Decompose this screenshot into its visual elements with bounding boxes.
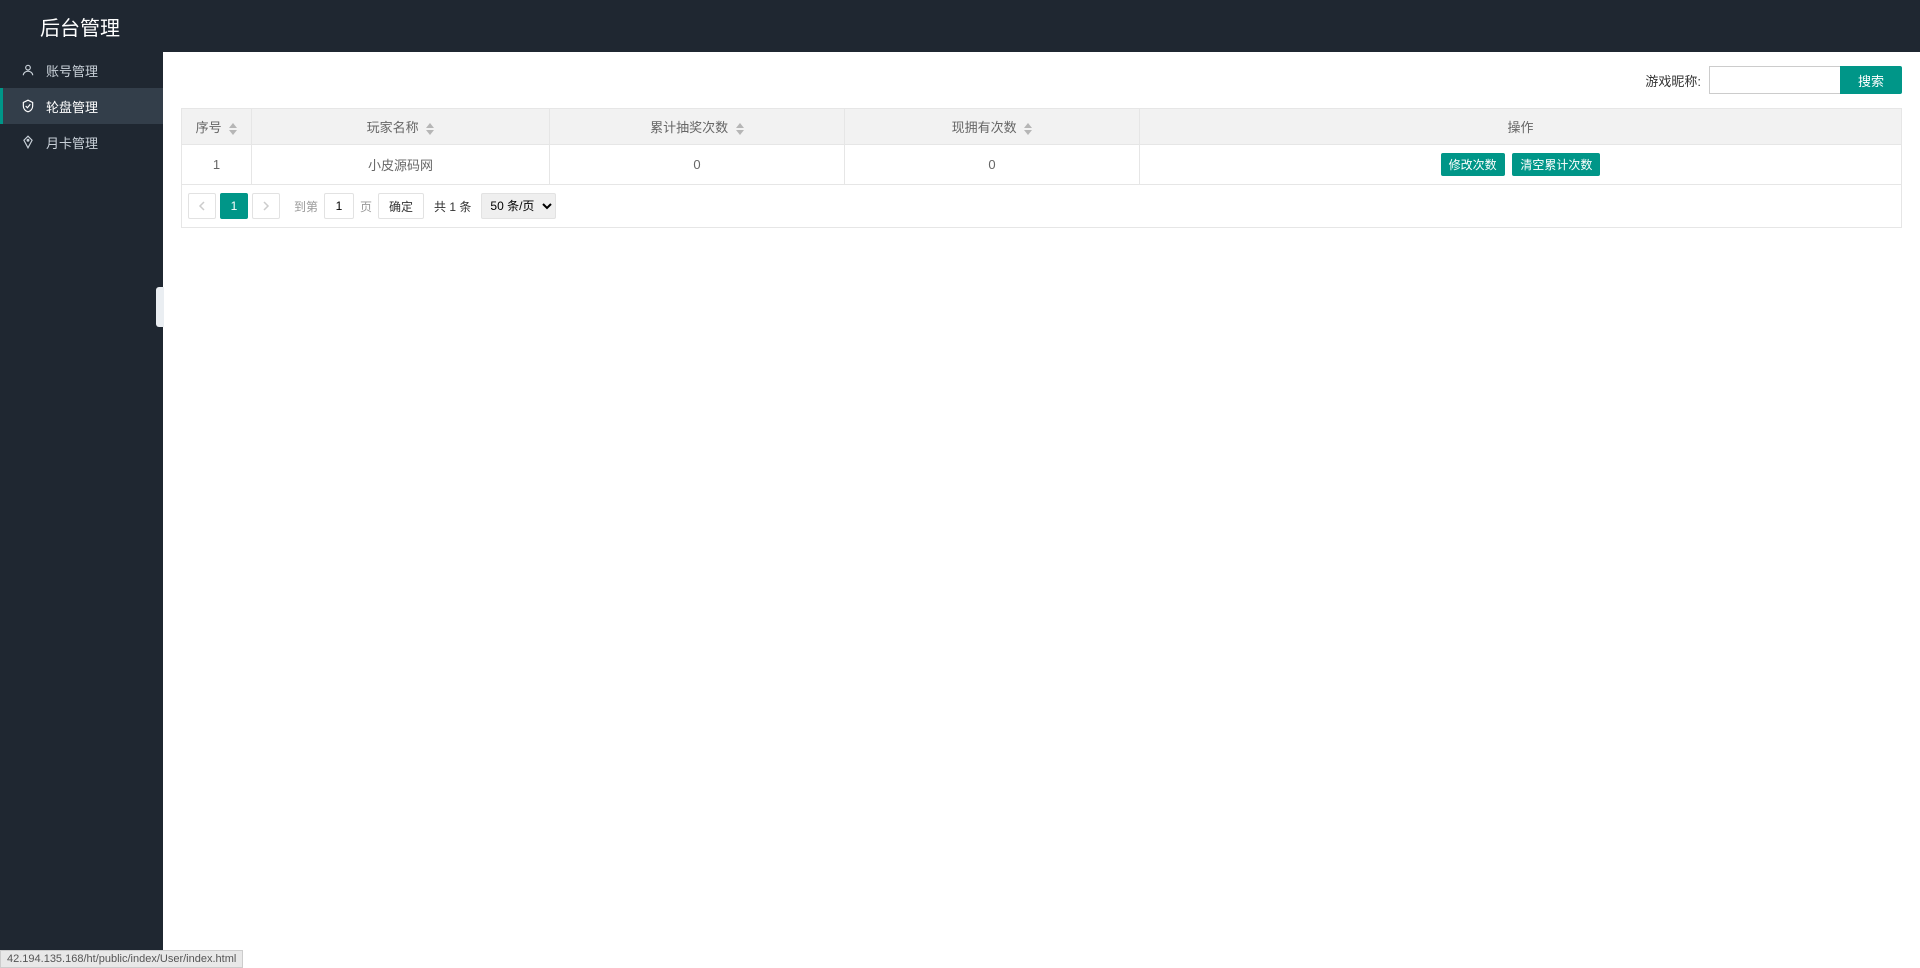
cell-total-draws: 0 (550, 145, 845, 185)
main-content: 游戏昵称: 搜索 序号 玩家名称 累计抽奖次数 (163, 52, 1920, 968)
sort-icon[interactable] (736, 123, 744, 135)
chevron-left-icon (198, 201, 206, 211)
column-player-name[interactable]: 玩家名称 (252, 109, 550, 145)
goto-label: 到第 (294, 198, 318, 215)
column-index[interactable]: 序号 (182, 109, 252, 145)
sidebar-item-account[interactable]: 账号管理 (0, 52, 163, 88)
user-icon (20, 62, 36, 78)
cell-index: 1 (182, 145, 252, 185)
table-row: 1 小皮源码网 0 0 修改次数 清空累计次数 (182, 145, 1902, 185)
search-label: 游戏昵称: (1645, 71, 1701, 90)
page-size-select[interactable]: 50 条/页 (481, 193, 556, 219)
sidebar-item-label: 账号管理 (46, 61, 98, 80)
app-title: 后台管理 (40, 12, 120, 41)
column-total-draws[interactable]: 累计抽奖次数 (550, 109, 845, 145)
search-bar: 游戏昵称: 搜索 (181, 66, 1902, 94)
column-actions: 操作 (1140, 109, 1902, 145)
main-layout: 账号管理 轮盘管理 月卡管理 游戏昵称: 搜索 序号 (0, 52, 1920, 968)
cell-owned-count: 0 (845, 145, 1140, 185)
page-next-button[interactable] (252, 193, 280, 219)
sidebar-collapse-handle[interactable] (156, 287, 164, 327)
page-number-button[interactable]: 1 (220, 193, 248, 219)
goto-suffix: 页 (360, 198, 372, 215)
cell-actions: 修改次数 清空累计次数 (1140, 145, 1902, 185)
cell-player-name: 小皮源码网 (252, 145, 550, 185)
sidebar-item-label: 轮盘管理 (46, 97, 98, 116)
data-table: 序号 玩家名称 累计抽奖次数 现拥有次数 (181, 108, 1902, 185)
page-prev-button[interactable] (188, 193, 216, 219)
sidebar: 账号管理 轮盘管理 月卡管理 (0, 52, 163, 968)
pagination: 1 到第 页 确定 共 1 条 50 条/页 (181, 185, 1902, 228)
sort-icon[interactable] (426, 123, 434, 135)
search-button[interactable]: 搜索 (1840, 66, 1902, 94)
shield-icon (20, 98, 36, 114)
clear-total-button[interactable]: 清空累计次数 (1512, 153, 1600, 176)
sidebar-item-label: 月卡管理 (46, 133, 98, 152)
table-header-row: 序号 玩家名称 累计抽奖次数 现拥有次数 (182, 109, 1902, 145)
sidebar-item-monthcard[interactable]: 月卡管理 (0, 124, 163, 160)
goto-page-input[interactable] (324, 193, 354, 219)
chevron-right-icon (262, 201, 270, 211)
search-input[interactable] (1709, 66, 1841, 94)
edit-count-button[interactable]: 修改次数 (1441, 153, 1505, 176)
total-count-label: 共 1 条 (434, 198, 471, 215)
status-bar: 42.194.135.168/ht/public/index/User/inde… (0, 950, 243, 968)
sort-icon[interactable] (1024, 123, 1032, 135)
sort-icon[interactable] (229, 123, 237, 135)
sidebar-item-wheel[interactable]: 轮盘管理 (0, 88, 163, 124)
diamond-icon (20, 134, 36, 150)
goto-confirm-button[interactable]: 确定 (378, 193, 424, 219)
column-owned-count[interactable]: 现拥有次数 (845, 109, 1140, 145)
app-header: 后台管理 (0, 0, 1920, 52)
